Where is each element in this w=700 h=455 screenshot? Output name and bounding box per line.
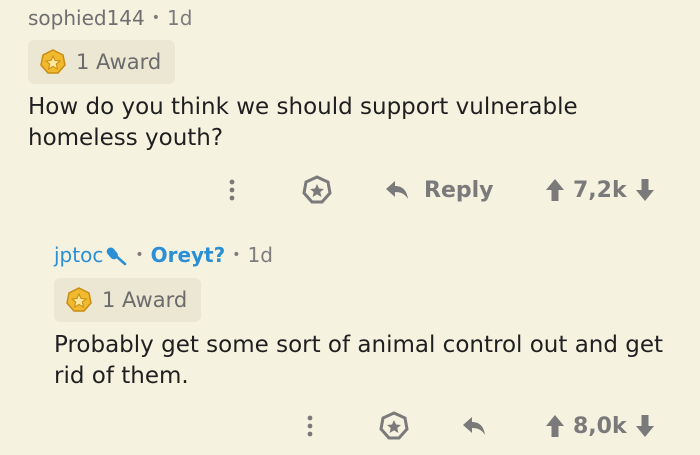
microphone-icon xyxy=(107,247,127,266)
downvote-arrow-icon[interactable] xyxy=(635,178,655,202)
reply-arrow-icon xyxy=(386,181,408,199)
vote-score: 8,0k xyxy=(573,413,627,439)
comment-2-actions: 8,0k xyxy=(0,406,700,446)
comment-meta: jptoc • Oreyt? • 1d xyxy=(54,236,690,274)
meta-separator: • xyxy=(151,10,161,26)
user-flair: Oreyt? xyxy=(150,243,226,267)
award-label: 1 Award xyxy=(76,50,162,74)
comment-author[interactable]: sophied144 xyxy=(28,6,145,30)
meta-separator: • xyxy=(232,247,241,263)
more-vertical-icon xyxy=(307,415,313,437)
downvote-arrow-icon[interactable] xyxy=(635,414,655,438)
comment-age: 1d xyxy=(167,6,193,30)
award-label: 1 Award xyxy=(102,288,188,312)
comment-2: jptoc • Oreyt? • 1d 1 Award Probably get… xyxy=(54,236,690,392)
award-badge[interactable]: 1 Award xyxy=(54,278,202,322)
give-award-button[interactable] xyxy=(379,411,409,441)
vote-score: 7,2k xyxy=(573,177,627,203)
more-options-button[interactable] xyxy=(222,175,242,205)
vote-controls: 8,0k xyxy=(545,414,655,439)
comment-meta: sophied144 • 1d xyxy=(28,0,688,36)
more-options-button[interactable] xyxy=(300,411,320,441)
reply-arrow-icon xyxy=(463,417,485,435)
award-icon xyxy=(66,287,92,312)
award-icon xyxy=(40,49,66,74)
comment-thread: sophied144 • 1d 1 Award How do you think… xyxy=(0,0,700,455)
award-outline-icon xyxy=(379,411,409,440)
comment-1: sophied144 • 1d 1 Award How do you think… xyxy=(28,0,688,154)
upvote-arrow-icon[interactable] xyxy=(545,178,565,202)
comment-age: 1d xyxy=(247,243,273,267)
comment-body: Probably get some sort of animal control… xyxy=(54,332,664,389)
reply-button[interactable] xyxy=(461,414,487,438)
comment-body: How do you think we should support vulne… xyxy=(28,94,578,151)
upvote-arrow-icon[interactable] xyxy=(545,414,565,438)
more-vertical-icon xyxy=(229,179,235,201)
reply-label: Reply xyxy=(424,177,494,203)
comment-author[interactable]: jptoc xyxy=(54,243,103,267)
award-badge[interactable]: 1 Award xyxy=(28,40,176,84)
vote-controls: 7,2k xyxy=(545,178,655,203)
comment-1-actions: Reply 7,2k xyxy=(0,170,700,210)
give-award-button[interactable] xyxy=(302,175,332,205)
award-outline-icon xyxy=(302,175,332,204)
reply-button[interactable]: Reply xyxy=(384,178,494,203)
meta-separator: • xyxy=(135,247,144,263)
